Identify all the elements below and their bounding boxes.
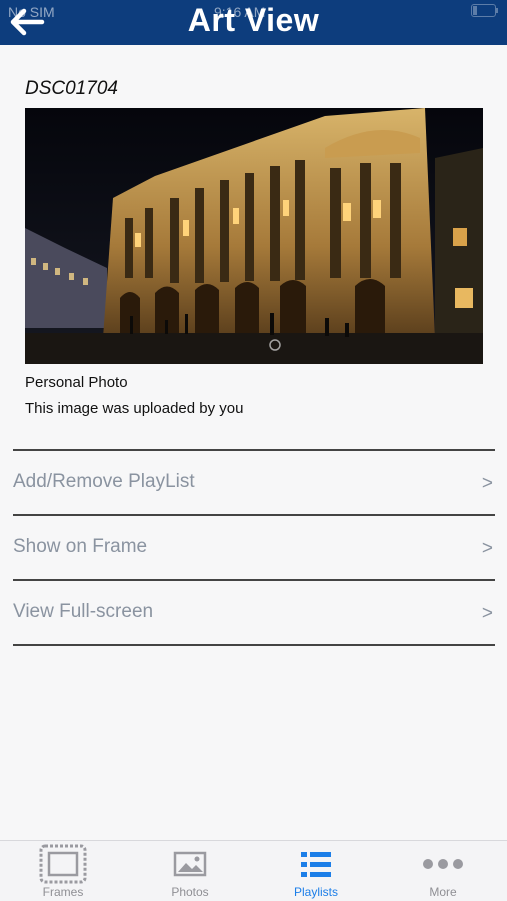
tab-photos[interactable]: Photos bbox=[127, 841, 253, 901]
list-icon bbox=[299, 849, 333, 884]
tab-label: Frames bbox=[42, 885, 84, 899]
tab-label: Playlists bbox=[293, 885, 338, 899]
menu-label: View Full-screen bbox=[13, 601, 154, 622]
divider bbox=[13, 644, 495, 646]
photo-image[interactable] bbox=[25, 108, 483, 364]
tab-frames[interactable]: Frames bbox=[0, 841, 126, 901]
view-full-screen-item[interactable]: View Full-screen > bbox=[13, 581, 495, 643]
photo-icon bbox=[173, 851, 207, 882]
tab-more[interactable]: More bbox=[380, 841, 506, 901]
chevron-right-icon: > bbox=[481, 473, 493, 494]
page-title: Art View bbox=[187, 2, 320, 38]
menu-label: Show on Frame bbox=[13, 536, 148, 557]
chevron-right-icon: > bbox=[481, 538, 493, 559]
chevron-right-icon: > bbox=[481, 603, 493, 624]
photo-category: Personal Photo bbox=[25, 374, 128, 391]
tab-label: More bbox=[429, 885, 457, 899]
menu-label: Add/Remove PlayList bbox=[13, 471, 195, 492]
photo-caption: This image was uploaded by you bbox=[25, 400, 244, 417]
tab-bar: Frames Photos Playlists More bbox=[0, 840, 507, 901]
tab-playlists[interactable]: Playlists bbox=[253, 841, 379, 901]
tab-label: Photos bbox=[171, 885, 209, 899]
add-remove-playlist-item[interactable]: Add/Remove PlayList > bbox=[13, 451, 495, 513]
more-icon bbox=[422, 857, 464, 875]
show-on-frame-item[interactable]: Show on Frame > bbox=[13, 516, 495, 578]
nav-header: No SIM 9:16 AM Art View bbox=[0, 0, 507, 45]
frame-icon bbox=[38, 843, 88, 890]
photo-name: DSC01704 bbox=[25, 78, 118, 99]
